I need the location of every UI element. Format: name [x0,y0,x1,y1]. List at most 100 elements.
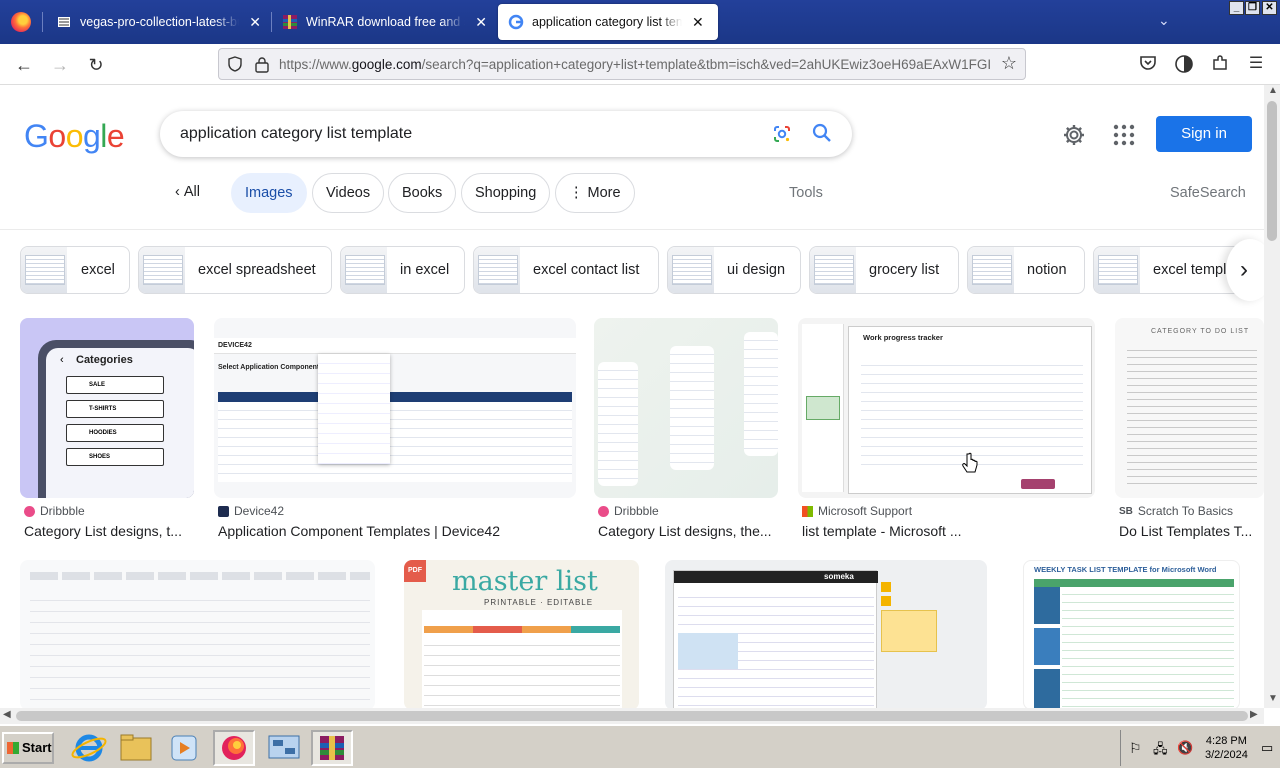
tab-google-images[interactable]: application category list template ✕ [498,4,718,40]
tab-more[interactable]: ⋮ More [555,173,635,213]
chip-notion[interactable]: notion [967,246,1085,294]
chip-excel-template[interactable]: excel templa [1093,246,1243,294]
image-result[interactable]: Dribbble Category List designs, the... [594,318,784,548]
tab-winrar[interactable]: WinRAR download free and support ✕ [272,4,497,40]
shield-icon[interactable] [227,56,243,72]
winrar-taskbar-icon[interactable] [311,730,353,766]
tab-books[interactable]: Books [388,173,457,213]
menu-icon[interactable]: ☰ [1246,54,1266,74]
bookmark-star-icon[interactable]: ☆ [1001,53,1017,74]
result-image[interactable]: someka [665,560,987,708]
result-image[interactable]: ‹ Categories SALE T-SHIRTS HOODIES SHOES [20,318,194,498]
apps-grid-icon[interactable] [1113,124,1135,146]
scroll-up-icon[interactable]: ▲ [1268,85,1278,96]
pocket-icon[interactable] [1138,54,1158,74]
flag-icon[interactable]: ⚐ [1129,740,1142,757]
network-app-icon[interactable] [263,730,305,766]
result-image[interactable]: Work progress tracker [798,318,1095,498]
show-desktop-icon[interactable]: ▭ [1261,740,1273,756]
google-images-page: Google application category list templat… [0,85,1264,708]
search-icon[interactable] [812,123,832,143]
result-image[interactable]: CATEGORY TO DO LIST [1115,318,1264,498]
chip-excel[interactable]: excel [20,246,130,294]
result-title[interactable]: Category List designs, the... [598,523,780,539]
account-icon[interactable] [1174,54,1194,74]
result-source: SB Scratch To Basics [1119,504,1234,518]
chip-in-excel[interactable]: in excel [340,246,465,294]
result-image[interactable]: WEEKLY TASK LIST TEMPLATE for Microsoft … [1023,560,1240,708]
image-result[interactable]: CATEGORY TO DO LIST SB Scratch To Basics … [1115,318,1264,548]
close-icon[interactable]: ✕ [249,14,261,31]
logo-letter: G [24,118,49,154]
image-result[interactable] [20,560,375,708]
result-image[interactable]: PDF master list PRINTABLE · EDITABLE [404,560,639,708]
page-icon [58,17,70,27]
media-player-icon[interactable] [163,730,205,766]
scratch-to-basics-icon: SB [1119,505,1133,517]
result-title[interactable]: Application Component Templates | Device… [218,523,578,539]
result-title[interactable]: Category List designs, t... [24,523,194,539]
volume-muted-icon[interactable]: 🔇 [1177,740,1193,756]
close-icon[interactable]: ✕ [692,14,704,31]
scroll-left-icon[interactable]: ◀ [3,709,11,720]
result-source: Microsoft Support [802,504,912,518]
network-icon[interactable]: 🖧 [1153,740,1168,762]
address-bar[interactable]: https://www.google.com/search?q=applicat… [218,48,1026,80]
scrollbar-thumb[interactable] [16,711,1248,721]
close-window-button[interactable]: ✕ [1262,1,1277,15]
chip-label: excel contact list [533,262,640,278]
chip-grocery-list[interactable]: grocery list [809,246,959,294]
result-image[interactable]: DEVICE42 Select Application Component to… [214,318,576,498]
lock-icon[interactable] [254,56,270,73]
close-icon[interactable]: ✕ [475,14,487,31]
chevron-down-icon[interactable]: ⌄ [1158,12,1170,29]
minimize-button[interactable]: _ [1229,1,1244,15]
result-source: Dribbble [598,504,659,518]
scroll-right-icon[interactable]: ▶ [1250,709,1258,720]
extensions-icon[interactable] [1210,54,1230,74]
image-result[interactable]: PDF master list PRINTABLE · EDITABLE [404,560,639,708]
category-row: SALE [66,376,164,394]
image-result[interactable]: Work progress tracker Microsoft Support … [798,318,1098,548]
safesearch-button[interactable]: SafeSearch [1170,185,1246,201]
vertical-scrollbar[interactable]: ▲ ▼ [1264,85,1280,708]
image-result[interactable]: ‹ Categories SALE T-SHIRTS HOODIES SHOES… [20,318,200,548]
search-input[interactable]: application category list template [180,125,412,143]
maximize-button[interactable]: ❐ [1245,1,1260,15]
chip-excel-spreadsheet[interactable]: excel spreadsheet [138,246,332,294]
tab-title: vegas-pro-collection-latest-builds [80,15,239,29]
chip-ui-design[interactable]: ui design [667,246,801,294]
file-explorer-icon[interactable] [115,730,157,766]
image-result[interactable]: someka [665,560,987,708]
scrollbar-thumb[interactable] [1267,101,1277,241]
gear-icon[interactable] [1062,123,1086,147]
scroll-down-icon[interactable]: ▼ [1268,693,1278,704]
back-arrow-icon[interactable]: ← [11,52,37,78]
reload-icon[interactable]: ↻ [83,52,109,78]
firefox-icon[interactable] [11,12,31,32]
horizontal-scrollbar[interactable]: ◀ ▶ [0,708,1264,724]
result-title[interactable]: list template - Microsoft ... [802,523,976,539]
tab-all[interactable]: ‹ All [162,173,213,213]
start-button[interactable]: Start [2,732,54,764]
tab-videos[interactable]: Videos [312,173,385,213]
tab-images[interactable]: Images [231,173,307,213]
result-image[interactable] [594,318,778,498]
tools-button[interactable]: Tools [789,185,823,201]
google-lens-icon[interactable] [772,124,792,144]
clock[interactable]: 4:28 PM 3/2/2024 [1205,734,1248,762]
tab-shopping[interactable]: Shopping [461,173,551,213]
chip-excel-contact-list[interactable]: excel contact list [473,246,659,294]
sign-in-button[interactable]: Sign in [1156,116,1252,152]
result-image[interactable] [20,560,375,708]
firefox-taskbar-icon[interactable] [213,730,255,766]
internet-explorer-icon[interactable] [68,730,110,766]
search-box[interactable]: application category list template [160,111,852,157]
image-result[interactable]: DEVICE42 Select Application Component to… [214,318,576,548]
chip-thumbnail [1094,247,1140,293]
result-title[interactable]: Do List Templates T... [1119,523,1264,539]
image-result[interactable]: WEEKLY TASK LIST TEMPLATE for Microsoft … [1023,560,1240,708]
google-logo[interactable]: Google [24,118,125,155]
forward-arrow-icon[interactable]: → [47,52,73,78]
tab-vegas[interactable]: vegas-pro-collection-latest-builds ✕ [46,4,271,40]
